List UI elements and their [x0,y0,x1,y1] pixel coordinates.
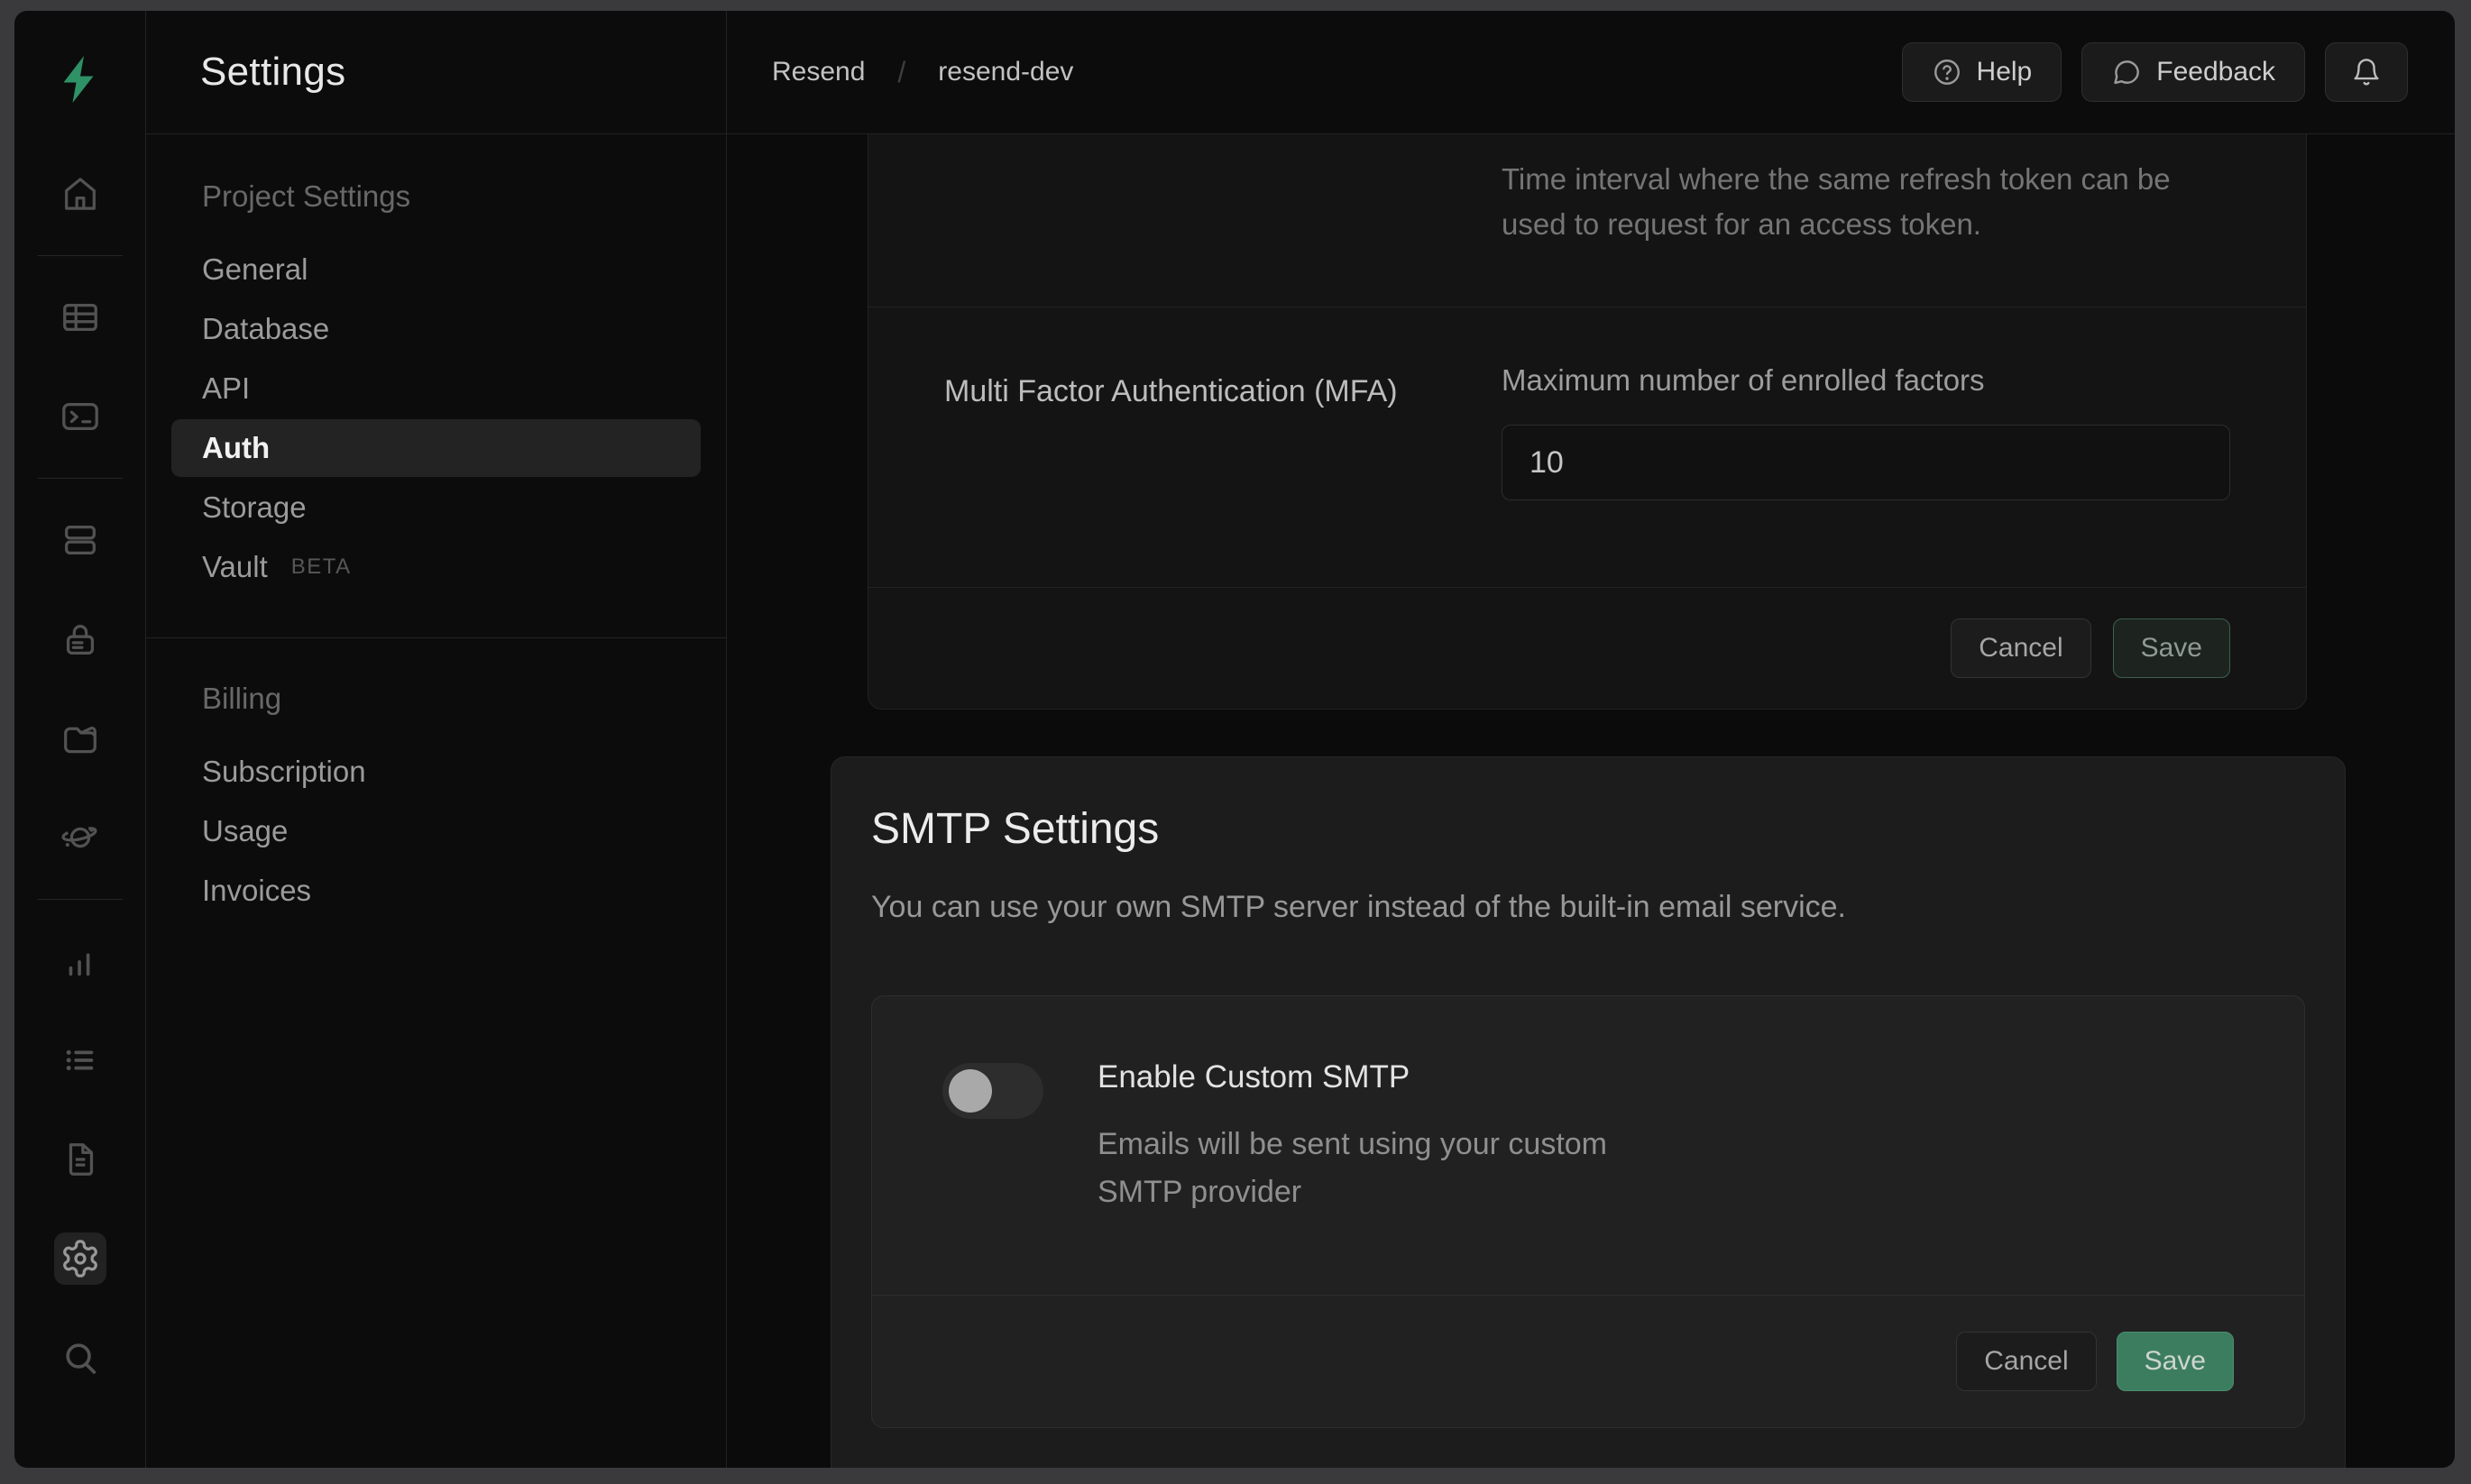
sidebar-item-sql-editor[interactable] [54,390,106,443]
sidebar-item-logs[interactable] [54,1034,106,1086]
sidebar-item-authentication[interactable] [54,613,106,665]
gear-icon [60,1238,101,1279]
feedback-button-label: Feedback [2156,57,2275,87]
sidebar-item-project-settings[interactable] [54,1232,106,1285]
refresh-token-description: Time interval where the same refresh tok… [1502,157,2230,247]
sidebar-item-home[interactable] [54,168,106,220]
settings-scroll-area[interactable]: Time interval where the same refresh tok… [727,134,2455,1468]
bar-chart-icon [60,940,101,982]
nav-item-invoices[interactable]: Invoices [171,862,701,920]
mfa-label: Multi Factor Authentication (MFA) [944,374,1502,409]
smtp-toggle-row: Enable Custom SMTP Emails will be sent u… [872,996,2304,1295]
nav-item-vault[interactable]: Vault BETA [171,538,701,596]
terminal-icon [60,396,101,437]
toggle-knob [949,1069,992,1113]
breadcrumb-separator: / [897,56,905,89]
auth-card-footer: Cancel Save [868,587,2306,709]
refresh-token-row: Time interval where the same refresh tok… [868,134,2306,307]
nav-item-auth[interactable]: Auth [171,419,701,477]
supabase-logo[interactable] [51,50,109,108]
nav-section-project-settings: Project Settings [171,179,701,214]
sidebar-item-reports[interactable] [54,935,106,987]
speech-bubble-icon [2111,57,2142,87]
nav-item-label: Vault [202,550,268,584]
smtp-title: SMTP Settings [871,804,2305,854]
smtp-toggle-label: Enable Custom SMTP [1098,1059,1684,1095]
feedback-button[interactable]: Feedback [2081,42,2305,102]
smtp-card-footer: Cancel Save [872,1295,2304,1427]
auth-settings-card: Time interval where the same refresh tok… [868,134,2307,710]
folder-icon [60,718,101,759]
smtp-save-button[interactable]: Save [2117,1332,2234,1391]
help-button[interactable]: Help [1902,42,2062,102]
search-icon [60,1337,101,1379]
icon-sidebar [14,11,146,1468]
main-area: Resend / resend-dev Help Feedback [727,11,2455,1468]
smtp-toggle-description: Emails will be sent using your custom SM… [1098,1121,1684,1215]
nav-item-label: Storage [202,490,307,525]
rail-divider [38,478,123,479]
smtp-description: You can use your own SMTP server instead… [871,890,2305,925]
sidebar-item-storage[interactable] [54,712,106,765]
notifications-button[interactable] [2325,42,2408,102]
mfa-row: Multi Factor Authentication (MFA) Maximu… [868,307,2306,587]
help-circle-icon [1932,57,1962,87]
sidebar-item-table-editor[interactable] [54,291,106,344]
nav-item-usage[interactable]: Usage [171,802,701,860]
sidebar-item-edge-functions[interactable] [54,811,106,864]
breadcrumb-project[interactable]: resend-dev [938,57,1073,87]
nav-item-api[interactable]: API [171,360,701,417]
top-bar: Resend / resend-dev Help Feedback [727,11,2455,134]
lightning-bolt-icon [53,52,107,106]
page-title: Settings [200,50,345,95]
app-window: Settings Project Settings General Databa… [14,11,2455,1468]
bell-icon [2351,57,2382,87]
nav-item-subscription[interactable]: Subscription [171,743,701,801]
settings-nav-header: Settings [146,11,726,134]
sidebar-item-database[interactable] [54,514,106,566]
nav-section-billing: Billing [171,682,701,716]
auth-save-button[interactable]: Save [2113,618,2230,678]
settings-nav-body: Project Settings General Database API Au… [146,134,726,921]
file-text-icon [60,1139,101,1180]
rail-divider [38,899,123,900]
nav-item-label: Invoices [202,874,311,908]
planet-orbit-icon [60,817,101,858]
enable-custom-smtp-toggle[interactable] [942,1063,1043,1119]
smtp-toggle-text: Enable Custom SMTP Emails will be sent u… [1098,1059,1684,1215]
settings-nav-panel: Settings Project Settings General Databa… [146,11,727,1468]
nav-item-label: Usage [202,814,288,848]
nav-item-label: Database [202,312,329,346]
smtp-enable-card: Enable Custom SMTP Emails will be sent u… [871,995,2305,1428]
sidebar-item-api-docs[interactable] [54,1133,106,1186]
nav-item-label: Subscription [202,755,366,789]
table-icon [60,297,101,338]
database-icon [60,519,101,561]
list-icon [60,1040,101,1081]
nav-item-label: API [202,371,250,406]
smtp-settings-panel: SMTP Settings You can use your own SMTP … [831,756,2346,1468]
nav-item-database[interactable]: Database [171,300,701,358]
nav-item-label: Auth [202,431,270,465]
sidebar-item-search[interactable] [54,1332,106,1384]
help-button-label: Help [1977,57,2033,87]
nav-item-general[interactable]: General [171,241,701,298]
smtp-cancel-button[interactable]: Cancel [1956,1332,2096,1391]
mfa-max-factors-input[interactable] [1502,425,2230,500]
mfa-field-label: Maximum number of enrolled factors [1502,363,2230,398]
nav-item-storage[interactable]: Storage [171,479,701,536]
rail-divider [38,255,123,256]
breadcrumb-org[interactable]: Resend [772,57,865,87]
nav-item-label: General [202,252,308,287]
top-bar-actions: Help Feedback [1902,42,2408,102]
auth-cancel-button[interactable]: Cancel [1951,618,2090,678]
home-icon [60,173,101,215]
beta-badge: BETA [291,554,352,580]
lock-icon [60,618,101,660]
